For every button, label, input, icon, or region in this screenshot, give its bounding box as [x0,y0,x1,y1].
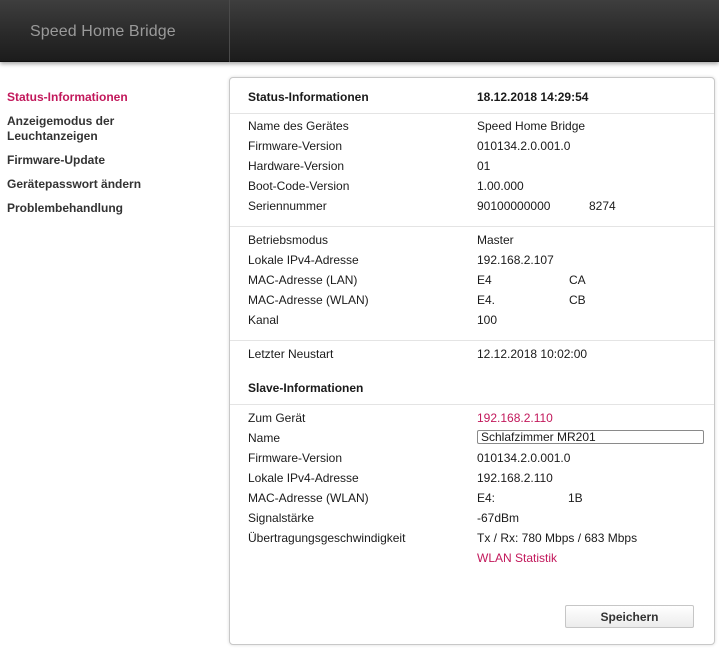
separator [230,226,714,227]
row-firmware: Firmware-Version 010134.2.0.001.0 [248,138,708,154]
row-slave-signal: Signalstärke -67dBm [248,510,708,526]
row-mac-wlan: MAC-Adresse (WLAN) E4. CB [248,292,708,308]
slave-firmware-label: Firmware-Version [248,451,343,465]
slave-mac-wlan-label: MAC-Adresse (WLAN) [248,491,369,505]
slave-speed-label: Übertragungsgeschwindigkeit [248,531,406,545]
hardware-value: 01 [477,159,491,173]
sidebar-item-firmware-update[interactable]: Firmware-Update [7,153,217,168]
mode-value: Master [477,233,514,247]
mac-wlan-label: MAC-Adresse (WLAN) [248,293,369,307]
row-mode: Betriebsmodus Master [248,232,708,248]
sidebar-item-problembehandlung[interactable]: Problembehandlung [7,201,217,216]
restart-label: Letzter Neustart [248,347,334,361]
hardware-label: Hardware-Version [248,159,345,173]
slave-signal-label: Signalstärke [248,511,315,525]
row-device-name: Name des Gerätes Speed Home Bridge [248,118,708,134]
status-section-title: Status-Informationen 18.12.2018 14:29:54 [248,89,588,105]
serial-value-b: 8274 [589,199,616,213]
channel-label: Kanal [248,313,279,327]
slave-ipv4-value: 192.168.2.110 [477,471,553,485]
row-mac-lan: MAC-Adresse (LAN) E4 CA [248,272,708,288]
separator [230,404,714,405]
row-wlan-stats: WLAN Statistik [248,550,708,566]
slave-signal-value: -67dBm [477,511,520,525]
channel-value: 100 [477,313,498,327]
sidebar-item-anzeigemodus[interactable]: Anzeigemodus der Leuchtanzeigen [7,114,137,144]
row-hardware: Hardware-Version 01 [248,158,708,174]
restart-value: 12.12.2018 10:02:00 [477,347,588,361]
row-slave-mac-wlan: MAC-Adresse (WLAN) E4: 1B [248,490,708,506]
row-slave-firmware: Firmware-Version 010134.2.0.001.0 [248,450,708,466]
serial-value-a: 90100000000 [477,199,551,213]
firmware-value: 010134.2.0.001.0 [477,139,571,153]
device-name-value: Speed Home Bridge [477,119,586,133]
firmware-label: Firmware-Version [248,139,343,153]
slave-device-link[interactable]: 192.168.2.110 [477,410,553,426]
row-ipv4: Lokale IPv4-Adresse 192.168.2.107 [248,252,708,268]
row-serial: Seriennummer 90100000000 8274 [248,198,708,214]
sidebar-item-status-informationen[interactable]: Status-Informationen [7,90,217,105]
slave-section-title: Slave-Informationen [248,381,364,395]
mac-wlan-value-a: E4. [477,293,496,307]
row-slave-speed: Übertragungsgeschwindigkeit Tx / Rx: 780… [248,530,708,546]
mode-label: Betriebsmodus [248,233,329,247]
row-channel: Kanal 100 [248,312,708,328]
bootcode-label: Boot-Code-Version [248,179,350,193]
separator [230,113,714,114]
mac-lan-value-a: E4 [477,273,492,287]
slave-ipv4-label: Lokale IPv4-Adresse [248,471,359,485]
slave-name-label: Name [248,431,281,445]
row-slave-device: Zum Gerät 192.168.2.110 [248,410,708,426]
slave-mac-wlan-value-a: E4: [477,491,496,505]
status-title: Status-Informationen [248,90,369,104]
device-name-label: Name des Gerätes [248,119,349,133]
mac-lan-value-b: CA [569,273,586,287]
slave-speed-value: Tx / Rx: 780 Mbps / 683 Mbps [477,531,638,545]
status-datetime: 18.12.2018 14:29:54 [477,90,589,104]
save-button[interactable]: Speichern [565,605,694,628]
slave-firmware-value: 010134.2.0.001.0 [477,451,571,465]
serial-label: Seriennummer [248,199,327,213]
slave-mac-wlan-value-b: 1B [568,491,583,505]
sidebar-item-geraetepasswort[interactable]: Gerätepasswort ändern [7,177,217,192]
wlan-statistik-link[interactable]: WLAN Statistik [477,550,557,566]
separator [230,340,714,341]
slave-device-label: Zum Gerät [248,411,306,425]
row-bootcode: Boot-Code-Version 1.00.000 [248,178,708,194]
row-slave-ipv4: Lokale IPv4-Adresse 192.168.2.110 [248,470,708,486]
header-bar: Speed Home Bridge [0,0,719,62]
app-title: Speed Home Bridge [30,23,176,40]
status-panel: Status-Informationen 18.12.2018 14:29:54… [229,77,715,645]
slave-name-input[interactable] [477,430,704,444]
mac-wlan-value-b: CB [569,293,586,307]
sidebar-nav: Status-Informationen Anzeigemodus der Le… [7,90,217,225]
ipv4-value: 192.168.2.107 [477,253,554,267]
row-restart: Letzter Neustart 12.12.2018 10:02:00 [248,346,708,362]
mac-lan-label: MAC-Adresse (LAN) [248,273,358,287]
header-divider [229,0,230,62]
ipv4-label: Lokale IPv4-Adresse [248,253,359,267]
bootcode-value: 1.00.000 [477,179,524,193]
